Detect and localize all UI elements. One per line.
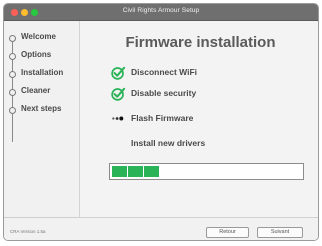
title-bar: Civil Rights Armour Setup [4, 4, 318, 21]
progress-fill [112, 166, 159, 177]
install-progress-bar [109, 163, 304, 180]
installer-window: Civil Rights Armour Setup Welcome Option… [3, 3, 319, 241]
step-marker-icon [9, 35, 16, 42]
footer-bar: CRA Version 1.5a Retour Suivant [4, 217, 318, 240]
check-circle-icon [111, 87, 126, 101]
task-label: Flash Firmware [131, 113, 194, 123]
progress-segment [112, 166, 127, 177]
progress-segment [128, 166, 143, 177]
step-marker-icon [9, 71, 16, 78]
main-content: Firmware installation Disconnect WiFi Di… [81, 21, 318, 217]
steps-sidebar: Welcome Options Installation Cleaner Nex… [4, 21, 80, 217]
check-circle-icon [111, 66, 126, 80]
task-label: Disconnect WiFi [131, 67, 198, 77]
step-marker-icon [9, 107, 16, 114]
next-button[interactable]: Suivant [257, 227, 303, 238]
step-marker-icon [9, 53, 16, 60]
back-button[interactable]: Retour [206, 227, 249, 238]
sidebar-step-label: Options [21, 50, 52, 59]
page-title: Firmware installation [125, 34, 276, 51]
task-label: Disable security [131, 88, 197, 98]
task-label: Install new drivers [131, 138, 206, 148]
version-label: CRA Version 1.5a [10, 229, 46, 234]
sidebar-step-label: Welcome [21, 32, 56, 41]
sidebar-step-label: Next steps [21, 104, 62, 113]
spinner-dots-icon [112, 116, 124, 121]
step-marker-icon [9, 89, 16, 96]
sidebar-step-label: Cleaner [21, 86, 51, 95]
sidebar-step-label: Installation [21, 68, 64, 77]
window-title: Civil Rights Armour Setup [122, 7, 200, 14]
progress-segment [144, 166, 159, 177]
